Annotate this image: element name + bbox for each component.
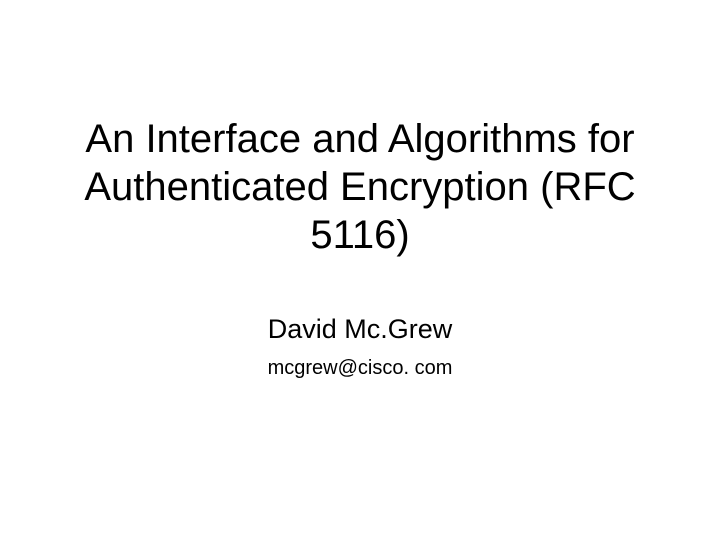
slide-title: An Interface and Algorithms for Authenti… [60, 115, 660, 259]
slide-author: David Mc.Grew [268, 314, 453, 345]
slide-email: mcgrew@cisco. com [268, 357, 453, 380]
